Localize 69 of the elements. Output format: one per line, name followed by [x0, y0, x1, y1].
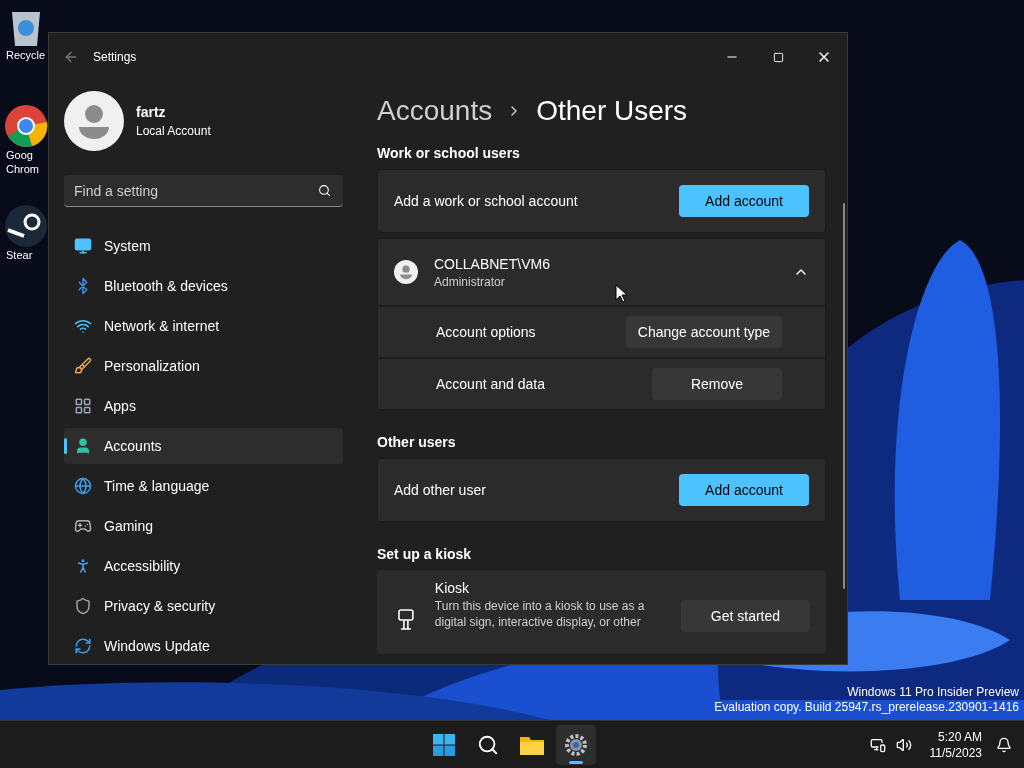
search-field[interactable]: Find a setting [64, 175, 343, 207]
start-icon [432, 733, 456, 757]
option-button[interactable]: Change account type [626, 316, 782, 348]
breadcrumb-link[interactable]: Accounts [377, 95, 493, 127]
build-notice: Evaluation copy. Build 25947.rs_prerelease.230901-1416 [714, 700, 1019, 715]
section-title: Other users [377, 434, 457, 450]
search-icon [318, 184, 331, 197]
network-icon[interactable] [869, 737, 886, 753]
page-title: Other Users [536, 95, 688, 127]
nav-item[interactable]: System [64, 228, 343, 264]
taskbar-button[interactable] [556, 725, 596, 765]
selection-indicator [64, 438, 67, 454]
update-icon [74, 637, 92, 655]
nav-item[interactable]: Accounts [64, 428, 343, 464]
nav-item[interactable]: Privacy & security [64, 588, 343, 624]
get-started-button[interactable]: Get started [680, 600, 810, 632]
system-icon [74, 237, 92, 255]
nav-item[interactable]: Time & language [64, 468, 343, 504]
accounts-icon [74, 437, 92, 455]
apps-icon [74, 397, 92, 415]
build-notice: Windows 11 Pro Insider Preview [847, 685, 1019, 700]
section-title: Set up a kiosk [377, 546, 473, 562]
card-description: Turn this device into a kiosk to use as a digital sign, interactive display, or other [434, 598, 646, 630]
back-icon[interactable] [63, 49, 79, 65]
window-title: Settings [93, 50, 137, 64]
nav-item[interactable]: Bluetooth & devices [64, 268, 343, 304]
maximize-icon [772, 51, 784, 63]
option-label: Account options [436, 324, 537, 340]
card-label: Kiosk [434, 580, 471, 596]
clock[interactable]: 5:20 AM 11/5/2023 [929, 729, 982, 761]
user-name: fartz [136, 104, 167, 120]
desktop-icon-label: Recycle [5, 48, 46, 62]
personalization-icon [74, 357, 92, 375]
running-indicator [569, 761, 583, 764]
desktop-icon-label: Goog [5, 148, 33, 162]
folder-icon [519, 734, 545, 756]
nav-item[interactable]: Windows Update [64, 628, 343, 664]
nav-item[interactable]: Personalization [64, 348, 343, 384]
gaming-icon [74, 517, 92, 535]
time-icon [74, 477, 92, 495]
account-role: Administrator [434, 274, 506, 289]
nav-item[interactable]: Network & internet [64, 308, 343, 344]
option-button[interactable]: Remove [652, 368, 782, 400]
privacy-icon [74, 597, 92, 615]
card-label: Add a work or school account [394, 193, 579, 209]
desktop-icon-label: Stear [5, 248, 33, 262]
nav-item[interactable]: Accessibility [64, 548, 343, 584]
option-label: Account and data [436, 376, 546, 392]
add-account-button[interactable]: Add account [679, 474, 809, 506]
account-type: Local Account [136, 124, 211, 138]
browser-icon[interactable] [4, 104, 48, 148]
account-header[interactable]: COLLABNET\VM6 Administrator [378, 239, 825, 305]
mouse-pointer-icon [615, 284, 627, 303]
account-name: COLLABNET\VM6 [434, 255, 551, 272]
volume-icon[interactable] [895, 737, 912, 753]
desktop-icon-label: Chrom [5, 162, 39, 176]
nav-item[interactable]: Apps [64, 388, 343, 424]
gear-icon [564, 733, 588, 757]
search-icon [477, 734, 499, 756]
notification-icon[interactable] [996, 737, 1012, 753]
network-icon [74, 317, 92, 335]
section-title: Work or school users [377, 145, 521, 161]
card-label: Add other user [394, 482, 487, 498]
nav-item[interactable]: Gaming [64, 508, 343, 544]
scrollbar[interactable] [843, 203, 845, 589]
avatar-icon [64, 91, 124, 151]
add-account-button[interactable]: Add account [679, 185, 809, 217]
game-launcher-icon[interactable] [4, 204, 48, 248]
avatar-icon [394, 260, 418, 284]
